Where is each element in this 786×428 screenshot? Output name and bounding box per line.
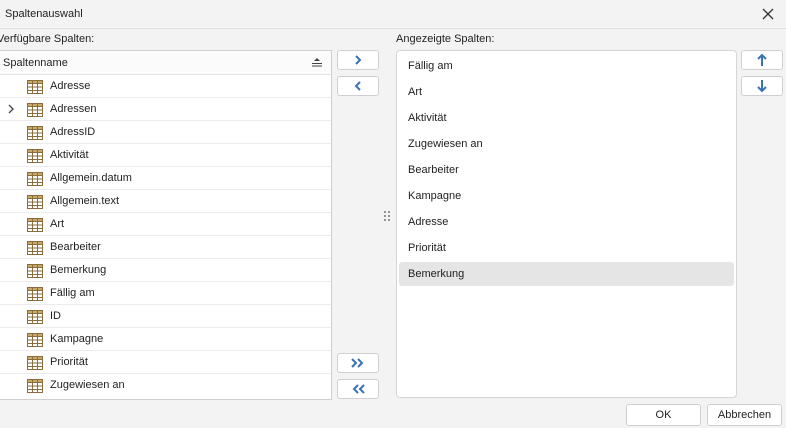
- row-label: Art: [50, 218, 65, 230]
- table-row[interactable]: ID: [0, 305, 331, 328]
- splitter-grip-icon[interactable]: [383, 210, 391, 222]
- arrow-down-icon: [757, 80, 767, 93]
- table-icon: [27, 310, 43, 324]
- list-item[interactable]: Art: [399, 80, 734, 104]
- column-header-label: Spaltenname: [3, 57, 68, 69]
- double-chevron-right-icon: [351, 358, 364, 368]
- row-label: Allgemein.datum: [50, 172, 132, 184]
- double-chevron-left-icon: [352, 384, 365, 394]
- chevron-right-icon: [355, 55, 362, 65]
- available-columns-grid[interactable]: Spaltenname Adresse Adressen AdressID Aktiv…: [0, 50, 332, 400]
- table-row[interactable]: Allgemein.text: [0, 190, 331, 213]
- shown-items: Fällig am Art Aktivität Zugewiesen an Bearbe…: [399, 54, 734, 288]
- move-all-right-button[interactable]: [337, 353, 379, 373]
- table-icon: [27, 287, 43, 301]
- table-row[interactable]: Aktivität: [0, 144, 331, 167]
- move-up-button[interactable]: [741, 50, 783, 70]
- window-title: Spaltenauswahl: [5, 8, 83, 20]
- table-row[interactable]: Priorität: [0, 351, 331, 374]
- table-icon: [27, 149, 43, 163]
- column-header[interactable]: Spaltenname: [0, 51, 331, 75]
- table-icon: [27, 172, 43, 186]
- close-button[interactable]: [758, 4, 778, 24]
- move-left-button[interactable]: [337, 76, 379, 96]
- table-row[interactable]: Zugewiesen an: [0, 374, 331, 397]
- row-label: Allgemein.text: [50, 195, 120, 207]
- table-row[interactable]: Art: [0, 213, 331, 236]
- table-icon: [27, 126, 43, 140]
- title-bar: Spaltenauswahl: [0, 0, 786, 29]
- table-icon: [27, 356, 43, 370]
- table-icon: [27, 379, 43, 393]
- table-icon: [27, 195, 43, 209]
- table-row[interactable]: Adressen: [0, 98, 331, 121]
- ok-button[interactable]: OK: [626, 404, 701, 426]
- table-row[interactable]: Allgemein.datum: [0, 167, 331, 190]
- move-down-button[interactable]: [741, 76, 783, 96]
- row-label: Zugewiesen an: [50, 379, 125, 391]
- list-item[interactable]: Kampagne: [399, 184, 734, 208]
- row-label: Kampagne: [50, 333, 104, 345]
- table-row[interactable]: Bemerkung: [0, 259, 331, 282]
- table-icon: [27, 103, 43, 117]
- row-label: Adressen: [50, 103, 97, 115]
- close-icon: [762, 8, 774, 20]
- sort-icon[interactable]: [311, 57, 323, 67]
- row-label: Bemerkung: [50, 264, 107, 276]
- list-item[interactable]: Bearbeiter: [399, 158, 734, 182]
- move-all-left-button[interactable]: [337, 379, 379, 399]
- list-item[interactable]: Bemerkung: [399, 262, 734, 286]
- table-icon: [27, 333, 43, 347]
- cancel-button[interactable]: Abbrechen: [707, 404, 782, 426]
- shown-columns-label: Angezeigte Spalten:: [396, 33, 495, 45]
- list-item[interactable]: Priorität: [399, 236, 734, 260]
- list-item[interactable]: Fällig am: [399, 54, 734, 78]
- available-rows: Adresse Adressen AdressID Aktivität Allgemei…: [0, 75, 331, 397]
- table-row[interactable]: Fällig am: [0, 282, 331, 305]
- available-columns-label: Verfügbare Spalten:: [0, 33, 95, 45]
- list-item[interactable]: Zugewiesen an: [399, 132, 734, 156]
- row-label: Priorität: [50, 356, 88, 368]
- shown-columns-list[interactable]: Fällig am Art Aktivität Zugewiesen an Bearbe…: [396, 50, 737, 398]
- move-right-button[interactable]: [337, 50, 379, 70]
- row-label: Adresse: [50, 80, 91, 92]
- table-row[interactable]: AdressID: [0, 121, 331, 144]
- row-label: Fällig am: [50, 287, 95, 299]
- list-item[interactable]: Adresse: [399, 210, 734, 234]
- chevron-right-icon[interactable]: [7, 104, 15, 114]
- row-label: Aktivität: [50, 149, 89, 161]
- table-row[interactable]: Adresse: [0, 75, 331, 98]
- chevron-left-icon: [354, 81, 361, 91]
- table-row[interactable]: Bearbeiter: [0, 236, 331, 259]
- table-icon: [27, 80, 43, 94]
- list-item[interactable]: Aktivität: [399, 106, 734, 130]
- arrow-up-icon: [757, 53, 767, 66]
- table-icon: [27, 241, 43, 255]
- row-label: AdressID: [50, 126, 96, 138]
- table-icon: [27, 218, 43, 232]
- row-label: Bearbeiter: [50, 241, 101, 253]
- table-icon: [27, 264, 43, 278]
- table-row[interactable]: Kampagne: [0, 328, 331, 351]
- row-label: ID: [50, 310, 61, 322]
